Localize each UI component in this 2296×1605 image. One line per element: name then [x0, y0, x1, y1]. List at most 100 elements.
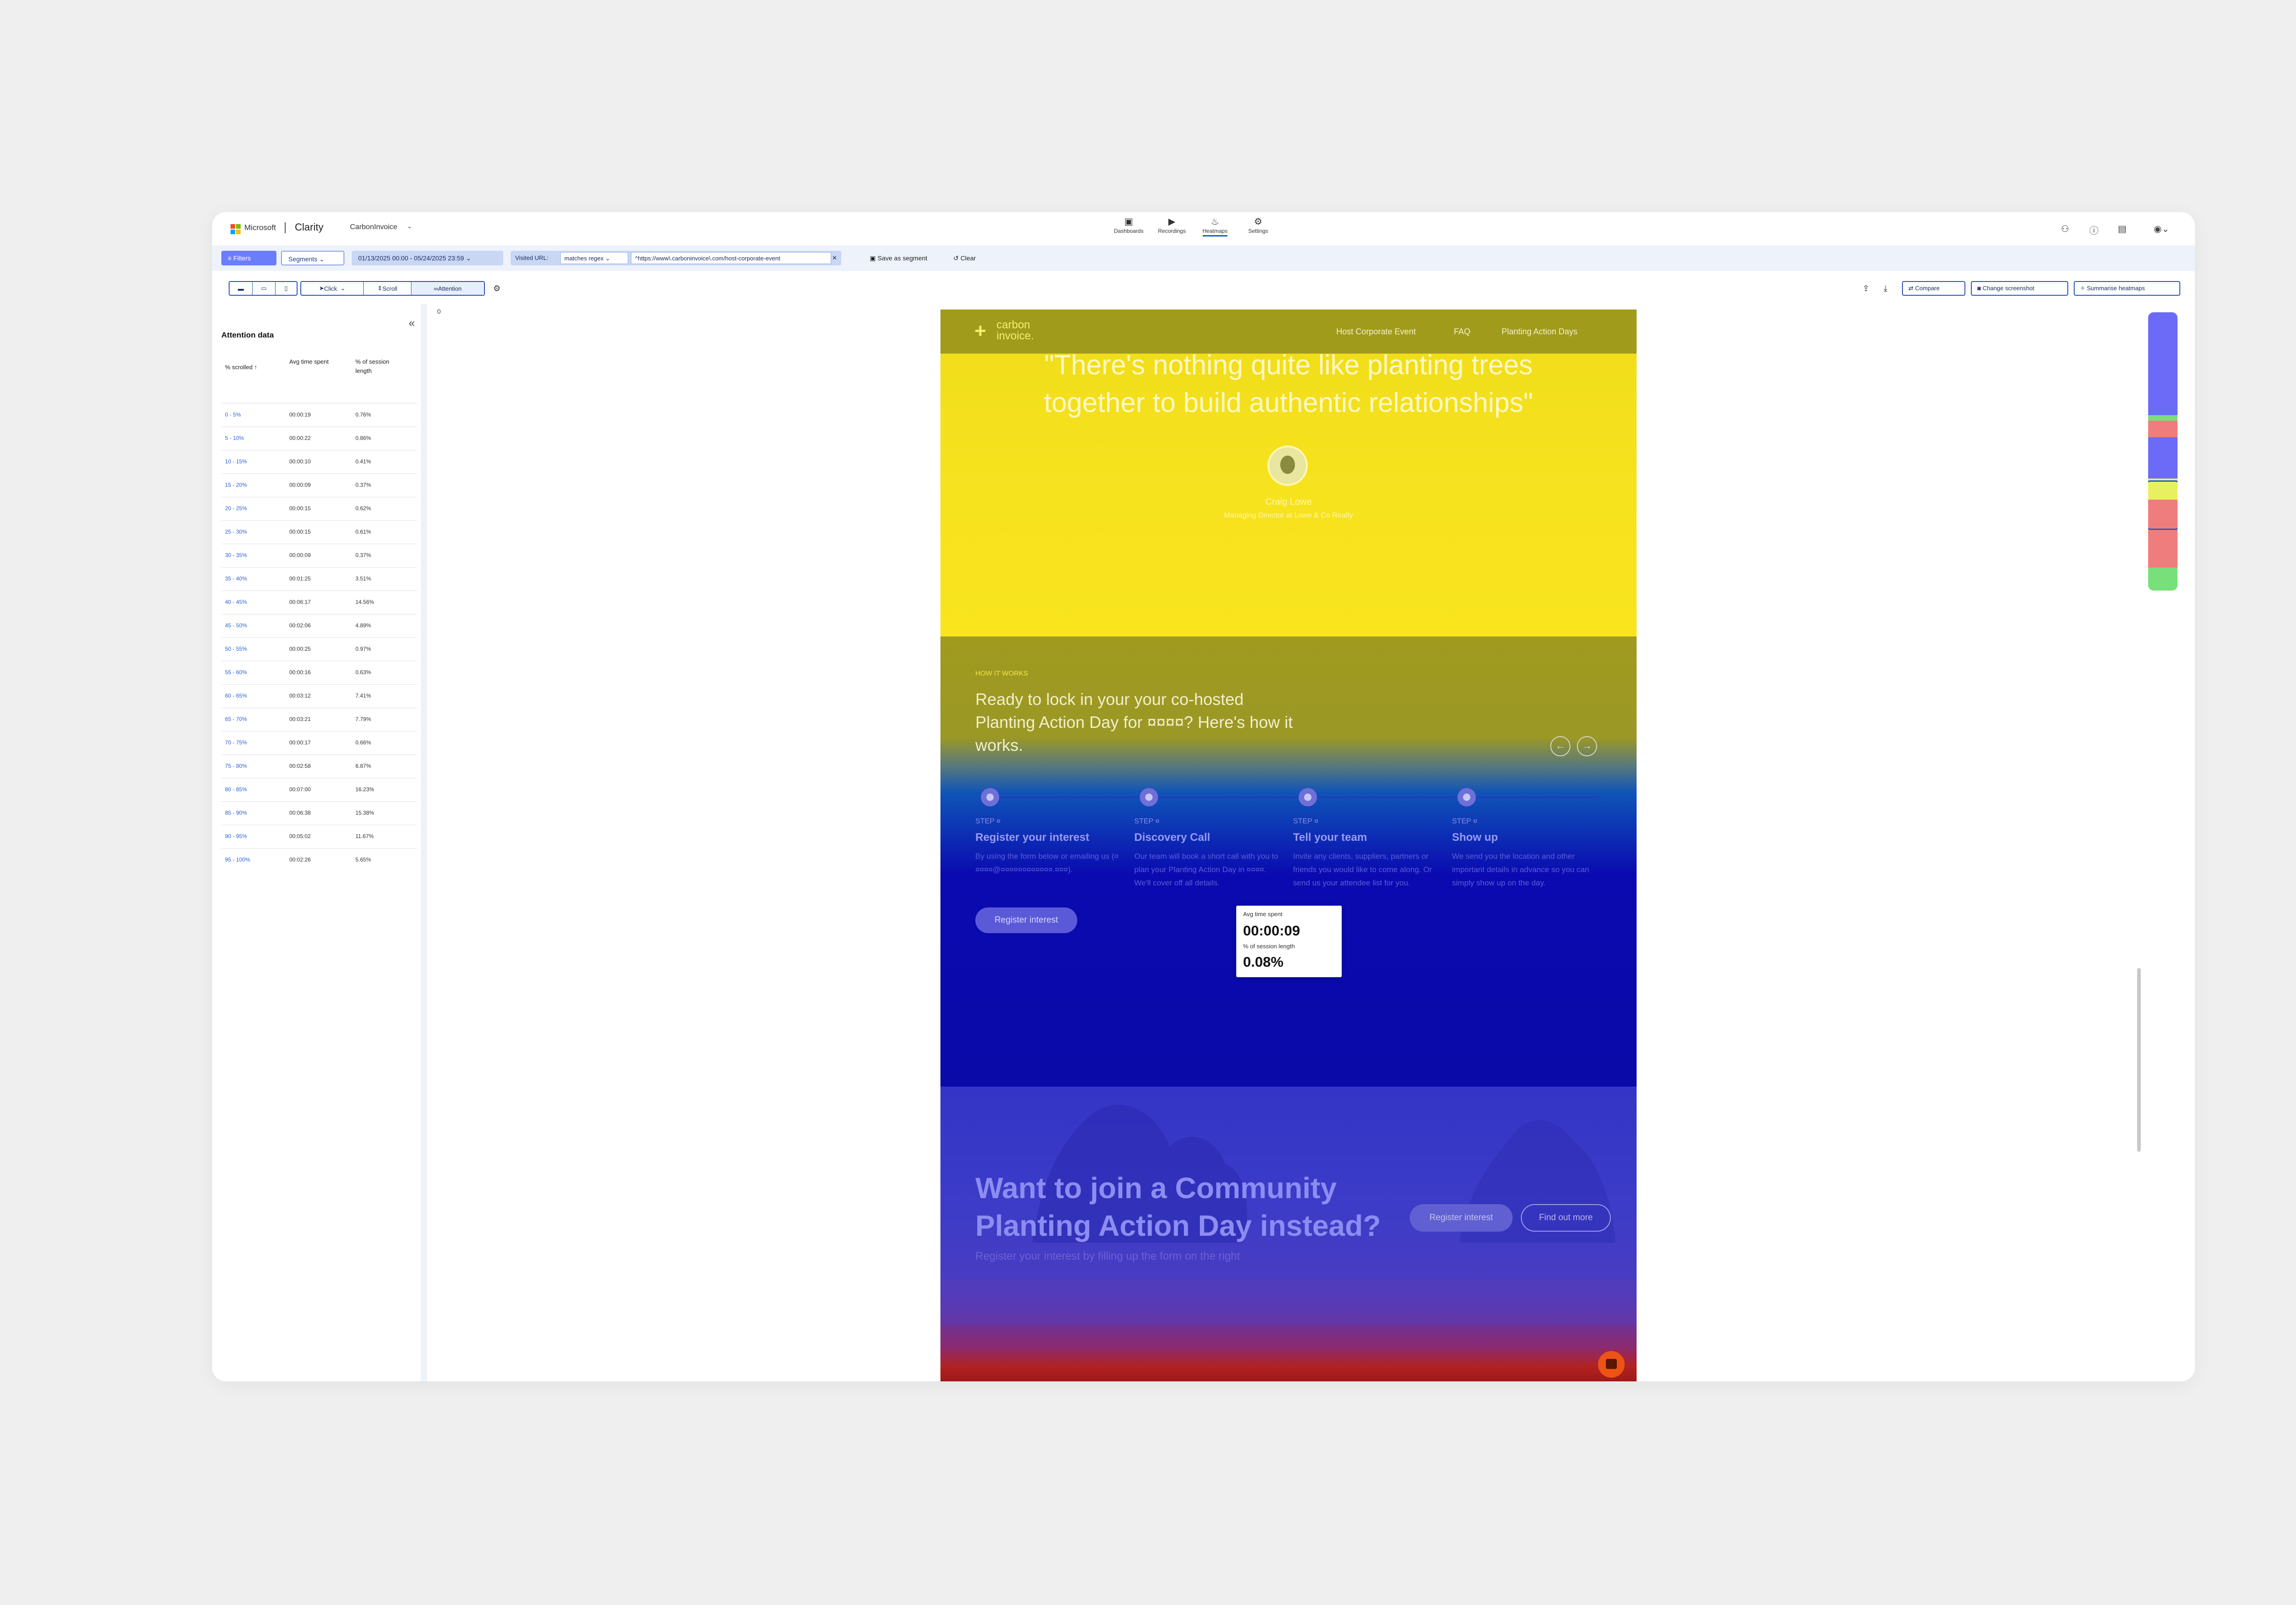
range-link[interactable]: 70 - 75% — [225, 739, 247, 746]
table-row[interactable]: 45 - 50% 00:02:06 4.89% — [221, 614, 417, 638]
range-link[interactable]: 20 - 25% — [225, 505, 247, 512]
table-row[interactable]: 35 - 40% 00:01:25 3.51% — [221, 567, 417, 591]
nav-recordings[interactable]: ▶ Recordings — [1155, 216, 1188, 237]
range-link[interactable]: 50 - 55% — [225, 646, 247, 652]
step-title: Register your interest — [975, 831, 1090, 844]
url-value-field[interactable]: ^https://www\.carboninvoice\.com/host-co… — [631, 252, 831, 264]
app-window: Microsoft Clarity CarbonInvoice ⌄ ▣ Dash… — [212, 212, 2195, 1381]
range-link[interactable]: 25 - 30% — [225, 529, 247, 535]
share-people-icon[interactable]: ⚇ — [2061, 223, 2069, 235]
change-screenshot-button[interactable]: ◙ Change screenshot — [1971, 281, 2068, 296]
table-row[interactable]: 25 - 30% 00:00:15 0.61% — [221, 520, 417, 544]
table-row[interactable]: 10 - 15% 00:00:10 0.41% — [221, 450, 417, 474]
chat-bubble-icon[interactable] — [1598, 1351, 1625, 1378]
range-link[interactable]: 5 - 10% — [225, 435, 244, 441]
mobile-icon[interactable]: ▯ — [276, 282, 297, 295]
table-row[interactable]: 0 - 5% 00:00:19 0.76% — [221, 403, 417, 427]
table-row[interactable]: 50 - 55% 00:00:25 0.97% — [221, 637, 417, 661]
segments-button[interactable]: Segments ⌄ — [281, 251, 344, 265]
site-link-host[interactable]: Host Corporate Event — [1336, 327, 1416, 337]
arrow-left-icon[interactable]: ← — [1550, 736, 1570, 756]
tablet-icon[interactable]: ▭ — [253, 282, 276, 295]
register-interest-button[interactable]: Register interest — [975, 907, 1077, 933]
minimap-viewport[interactable] — [2148, 480, 2178, 530]
sort-arrow-icon: ↑ — [254, 364, 258, 371]
match-type-select[interactable]: matches regex ⌄ — [560, 252, 628, 264]
nav-heatmaps[interactable]: ♨ Heatmaps — [1199, 216, 1232, 237]
table-row[interactable]: 80 - 85% 00:07:00 16.23% — [221, 778, 417, 802]
nav-dashboards[interactable]: ▣ Dashboards — [1112, 216, 1145, 237]
session-cell: 0.37% — [355, 552, 371, 558]
heatmap-minimap[interactable] — [2148, 312, 2178, 591]
table-row[interactable]: 60 - 65% 00:03:12 7.41% — [221, 684, 417, 708]
chevron-down-icon[interactable]: ⌄ — [407, 222, 412, 230]
range-link[interactable]: 85 - 90% — [225, 810, 247, 816]
table-row[interactable]: 40 - 45% 00:06:17 14.56% — [221, 591, 417, 614]
compare-button[interactable]: ⇄ Compare — [1902, 281, 1965, 296]
range-link[interactable]: 75 - 80% — [225, 763, 247, 769]
range-link[interactable]: 0 - 5% — [225, 411, 241, 418]
table-row[interactable]: 20 - 25% 00:00:15 0.62% — [221, 497, 417, 521]
click-heatmap-tab[interactable]: ➤ Click ⌄ — [301, 282, 364, 295]
table-row[interactable]: 70 - 75% 00:00:17 0.66% — [221, 731, 417, 755]
range-link[interactable]: 95 - 100% — [225, 856, 250, 863]
table-row[interactable]: 55 - 60% 00:00:16 0.63% — [221, 661, 417, 685]
table-row[interactable]: 30 - 35% 00:00:09 0.37% — [221, 544, 417, 568]
dashboard-icon: ▣ — [1124, 217, 1133, 227]
account-avatar-icon[interactable]: ◉⌄ — [2154, 223, 2169, 235]
range-link[interactable]: 10 - 15% — [225, 458, 247, 465]
flame-icon: ♨ — [1211, 217, 1219, 227]
share-icon[interactable]: ⇪ — [1863, 284, 1869, 293]
nav-settings[interactable]: ⚙ Settings — [1242, 216, 1275, 237]
download-icon[interactable]: ⤓ — [1884, 284, 1887, 293]
desktop-icon[interactable]: ▬ — [230, 282, 253, 295]
help-icon[interactable]: ⓘ — [2089, 223, 2099, 237]
table-row[interactable]: 95 - 100% 00:02:26 5.65% — [221, 848, 417, 872]
cursor-icon: ➤ — [319, 285, 324, 292]
column-header-avg-time[interactable]: Avg time spent — [289, 357, 335, 366]
clear-button[interactable]: ↺ Clear — [947, 251, 982, 265]
top-bar: Microsoft Clarity CarbonInvoice ⌄ ▣ Dash… — [212, 212, 2195, 243]
collapse-panel-icon[interactable]: « — [409, 317, 415, 330]
arrow-right-icon[interactable]: → — [1577, 736, 1597, 756]
range-link[interactable]: 90 - 95% — [225, 833, 247, 839]
table-row[interactable]: 15 - 20% 00:00:09 0.37% — [221, 473, 417, 497]
range-link[interactable]: 15 - 20% — [225, 482, 247, 488]
community-register-button[interactable]: Register interest — [1410, 1204, 1513, 1232]
how-it-works-section: HOW IT WORKS Ready to lock in your your … — [940, 636, 1637, 1096]
product-name[interactable]: Clarity — [295, 221, 323, 233]
range-link[interactable]: 55 - 60% — [225, 669, 247, 676]
range-link[interactable]: 65 - 70% — [225, 716, 247, 722]
filters-button[interactable]: ≡ Filters — [221, 251, 276, 265]
project-selector[interactable]: CarbonInvoice — [350, 223, 397, 231]
save-as-segment-button[interactable]: ▣ Save as segment — [863, 251, 934, 265]
range-link[interactable]: 60 - 65% — [225, 693, 247, 699]
site-preview: + carbon invoice. Host Corporate Event FA… — [940, 310, 1637, 1381]
avatar — [1267, 445, 1308, 486]
range-link[interactable]: 40 - 45% — [225, 599, 247, 605]
range-link[interactable]: 35 - 40% — [225, 575, 247, 582]
range-link[interactable]: 30 - 35% — [225, 552, 247, 558]
canvas-scrollbar[interactable] — [2137, 968, 2141, 1152]
visited-url-chip[interactable]: Visited URL: matches regex ⌄ ^https://ww… — [511, 251, 841, 265]
column-header-scrolled[interactable]: % scrolled ↑ — [225, 363, 257, 372]
range-link[interactable]: 45 - 50% — [225, 622, 247, 629]
settings-gear-icon[interactable]: ⚙ — [493, 284, 501, 293]
summarise-heatmaps-button[interactable]: ✧ Summarise heatmaps — [2074, 281, 2180, 296]
scroll-heatmap-tab[interactable]: ⇕ Scroll — [364, 282, 411, 295]
table-row[interactable]: 90 - 95% 00:05:02 11.67% — [221, 825, 417, 849]
attention-heatmap-tab[interactable]: ∞ Attention — [411, 282, 484, 295]
table-row[interactable]: 65 - 70% 00:03:21 7.79% — [221, 708, 417, 732]
find-out-more-button[interactable]: Find out more — [1521, 1204, 1611, 1232]
table-row[interactable]: 75 - 80% 00:02:58 6.87% — [221, 755, 417, 778]
document-icon[interactable]: ▤ — [2118, 223, 2127, 235]
minimap-band — [2148, 568, 2178, 591]
site-link-faq[interactable]: FAQ — [1454, 327, 1470, 337]
date-range-chip[interactable]: 01/13/2025 00:00 - 05/24/2025 23:59 ⌄ — [352, 251, 503, 265]
table-row[interactable]: 85 - 90% 00:06:38 15.38% — [221, 801, 417, 825]
close-icon[interactable]: ✕ — [832, 251, 837, 265]
column-header-session[interactable]: % of session length — [355, 357, 406, 376]
table-row[interactable]: 5 - 10% 00:00:22 0.86% — [221, 427, 417, 451]
site-link-planting[interactable]: Planting Action Days — [1502, 327, 1577, 337]
range-link[interactable]: 80 - 85% — [225, 786, 247, 793]
